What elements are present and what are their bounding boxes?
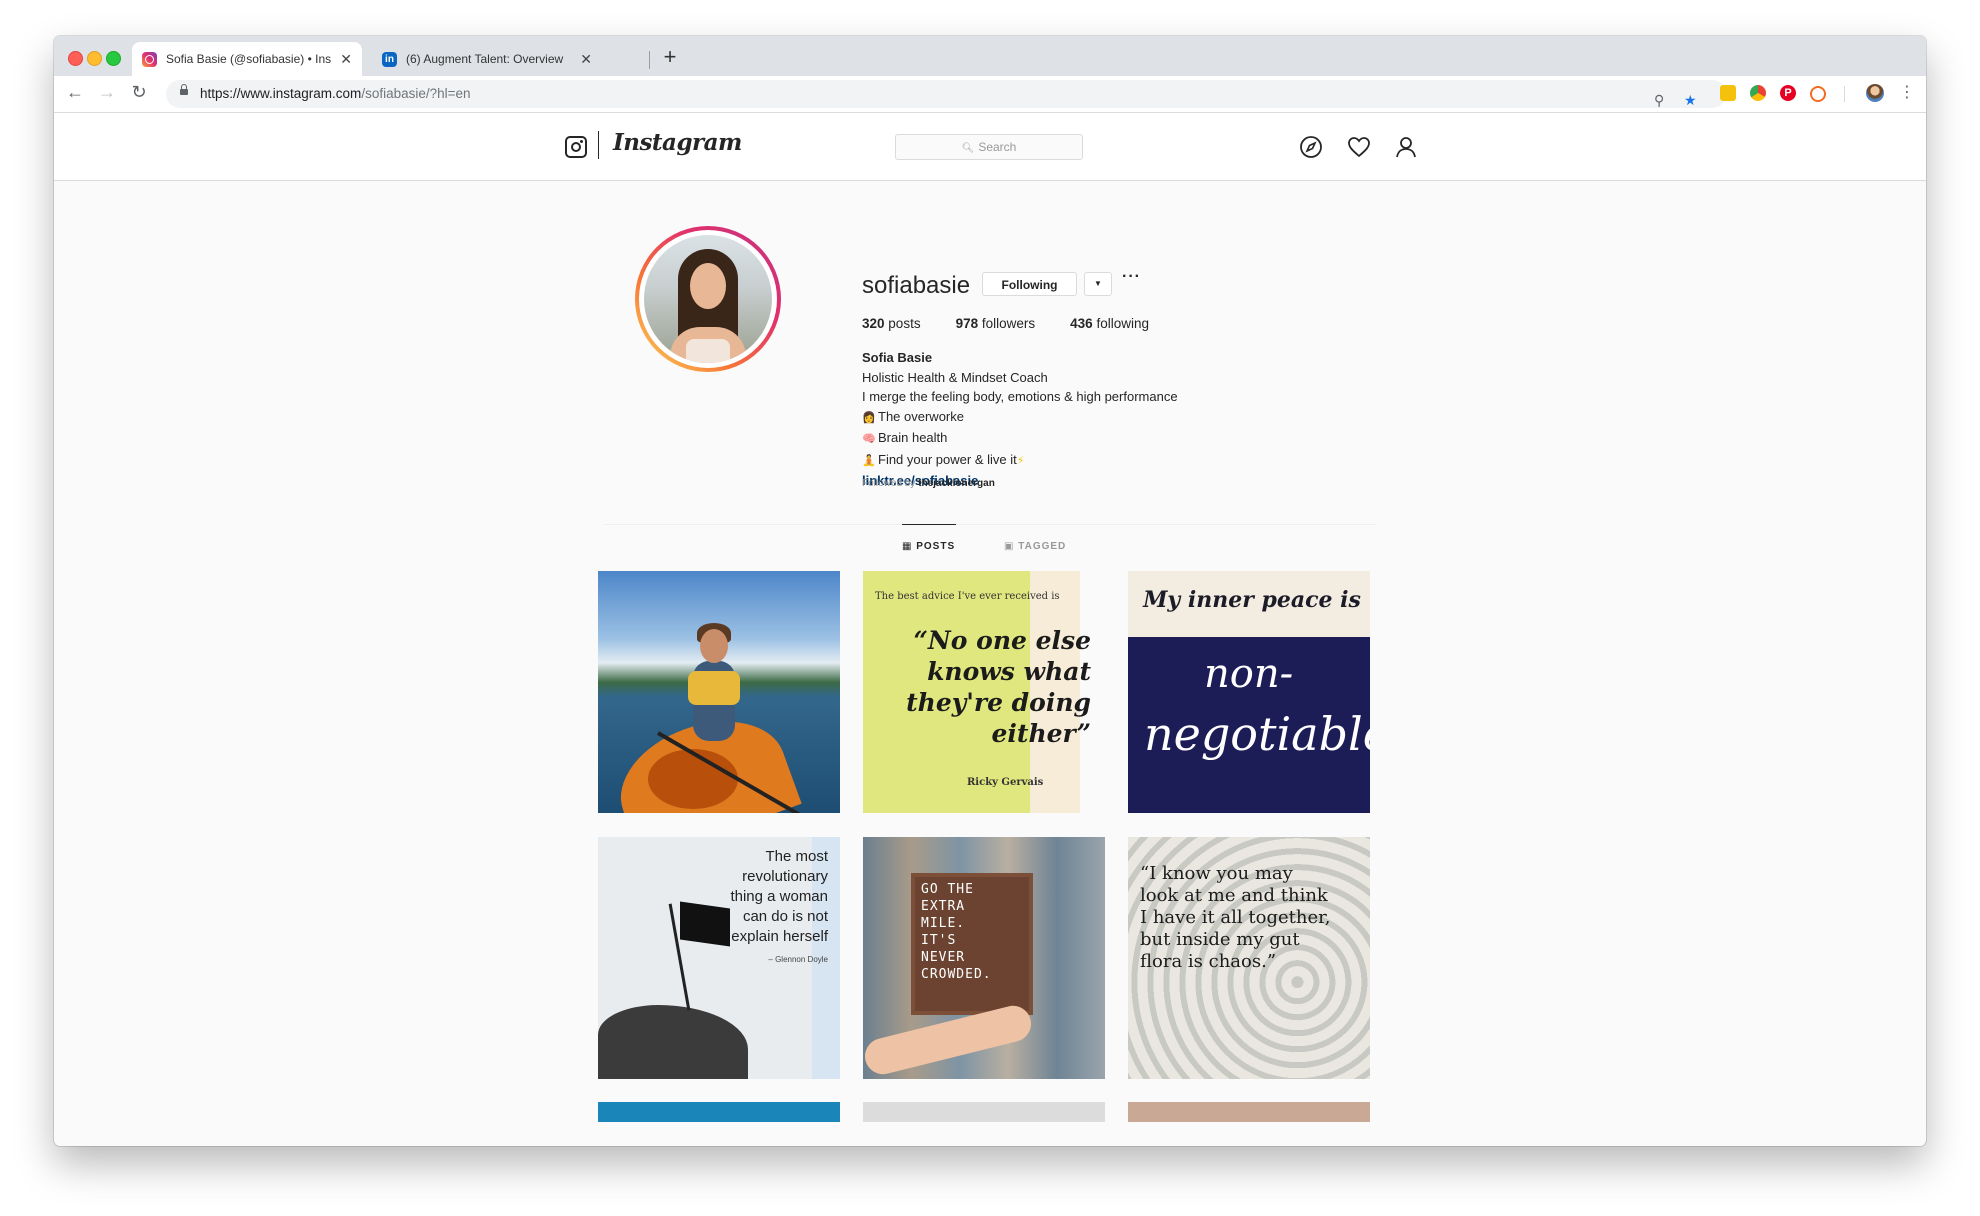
post-script-text: non- — [1204, 651, 1294, 697]
reload-icon[interactable]: ↻ — [128, 82, 150, 103]
profile-avatar[interactable] — [635, 226, 781, 372]
bio-line: Holistic Health & Mindset Coach — [862, 369, 1048, 385]
minimize-window-button[interactable] — [87, 51, 102, 66]
woman-emoji-icon: 👩 — [862, 411, 876, 424]
post-attribution: Ricky Gervais — [967, 777, 1044, 788]
brain-emoji-icon: 🧠 — [862, 433, 876, 445]
instagram-icon — [142, 51, 157, 67]
close-icon[interactable]: ✕ — [580, 51, 592, 68]
tab-title: (6) Augment Talent: Overview — [406, 52, 564, 66]
followed-by: Followed by thejacklonergan — [862, 478, 995, 489]
post-thumbnail[interactable] — [598, 1102, 840, 1122]
lock-icon — [180, 84, 188, 95]
profile-username: sofiabasie — [862, 272, 971, 299]
avatar-photo — [644, 235, 772, 363]
profile-bio: Sofia Basie Holistic Health & Mindset Co… — [862, 348, 1178, 491]
browser-window: Sofia Basie (@sofiabasie) • Ins ✕ in (6)… — [54, 36, 1926, 1146]
tab-title: Sofia Basie (@sofiabasie) • Ins — [166, 52, 332, 66]
close-window-button[interactable] — [68, 51, 83, 66]
following-count[interactable]: 436 following — [1070, 316, 1149, 331]
bio-line: 🧠 Brain health — [862, 428, 1178, 450]
following-button[interactable]: Following — [982, 272, 1077, 296]
posts-count: 320 posts — [862, 316, 921, 331]
active-tab-indicator — [902, 524, 956, 525]
post-thumbnail-floral-quote[interactable]: “I know you may look at me and think I h… — [1128, 837, 1370, 1079]
tab-posts[interactable]: ▦ POSTS — [902, 541, 955, 552]
search-icon: 🔍︎ — [961, 143, 975, 154]
search-input[interactable]: 🔍︎ Search — [895, 134, 1083, 160]
post-thumbnail-quote-gervais[interactable]: The best advice I've ever received is “N… — [863, 571, 1105, 813]
zoom-window-button[interactable] — [106, 51, 121, 66]
bookmark-star-icon[interactable]: ★ — [1684, 86, 1697, 114]
more-options-icon[interactable]: ··· — [1122, 268, 1141, 286]
post-headline: My inner peace is — [1143, 587, 1361, 613]
browser-toolbar: ← → ↻ https://www.instagram.com/sofiabas… — [54, 76, 1926, 113]
chrome-extension-icon[interactable] — [1750, 85, 1766, 101]
profile-avatar-icon[interactable] — [1866, 84, 1884, 102]
more-vertical-icon[interactable]: ⋮ — [1899, 82, 1915, 102]
letterboard-text: GO THE EXTRA MILE. IT'S NEVER CROWDED. — [921, 882, 992, 982]
toolbar-separator — [1844, 86, 1845, 102]
bio-line: 🧘 Find your power & live it⚡ — [862, 450, 1178, 472]
tab-strip: Sofia Basie (@sofiabasie) • Ins ✕ in (6)… — [54, 36, 1926, 76]
new-tab-button[interactable]: + — [658, 44, 682, 70]
post-thumbnail-flag-quote[interactable]: The most revolutionary thing a woman can… — [598, 837, 840, 1079]
address-bar[interactable]: https://www.instagram.com/sofiabasie/?hl… — [166, 80, 1726, 108]
tab-separator — [649, 51, 650, 69]
chevron-down-icon[interactable]: ▼ — [1084, 272, 1112, 296]
grid-icon: ▦ — [902, 541, 917, 552]
pinterest-icon[interactable]: P — [1780, 85, 1796, 101]
post-thumbnail[interactable] — [1128, 1102, 1370, 1122]
bio-line: I merge the feeling body, emotions & hig… — [862, 389, 1178, 404]
profile-divider — [604, 524, 1376, 525]
tag-icon: ▣ — [1004, 541, 1019, 552]
tab-tagged[interactable]: ▣ TAGGED — [1004, 541, 1066, 552]
close-icon[interactable]: ✕ — [340, 51, 352, 68]
lightning-emoji-icon: ⚡ — [1016, 454, 1025, 467]
heart-icon[interactable] — [1347, 135, 1371, 159]
url-text: https://www.instagram.com/sofiabasie/?hl… — [200, 86, 471, 101]
followed-by-user-link[interactable]: thejacklonergan — [918, 478, 995, 489]
instagram-logo[interactable]: Instagram — [613, 129, 742, 156]
back-arrow-icon[interactable]: ← — [64, 82, 86, 103]
profile-stats: 320 posts 978 followers 436 following — [862, 316, 1149, 331]
header-divider — [598, 131, 599, 159]
browser-tab-instagram[interactable]: Sofia Basie (@sofiabasie) • Ins ✕ — [132, 42, 362, 76]
yoga-emoji-icon: 🧘 — [862, 454, 876, 467]
profile-person-icon[interactable] — [1394, 135, 1418, 159]
full-name: Sofia Basie — [862, 350, 933, 365]
post-thumbnail-letterboard[interactable]: GO THE EXTRA MILE. IT'S NEVER CROWDED. — [863, 837, 1105, 1079]
zoom-icon[interactable]: ⚲ — [1654, 86, 1664, 114]
extension-icon[interactable] — [1720, 85, 1736, 101]
post-quote: “I know you may look at me and think I h… — [1140, 863, 1331, 972]
instagram-camera-icon[interactable] — [565, 136, 587, 158]
post-quote: The most revolutionary thing a woman can… — [730, 848, 828, 945]
post-thumbnail-inner-peace[interactable]: My inner peace is non- negotiable — [1128, 571, 1370, 813]
post-thumbnail[interactable] — [863, 1102, 1105, 1122]
post-quote: “No one else knows what they're doing ei… — [906, 626, 1091, 748]
browser-tab-linkedin[interactable]: in (6) Augment Talent: Overview ✕ — [372, 42, 602, 76]
instagram-header: Instagram 🔍︎ Search — [54, 113, 1926, 181]
post-script-text: negotiable — [1144, 707, 1370, 761]
post-text: The best advice I've ever received is — [875, 591, 1060, 602]
bio-line: 👩 The overworke — [862, 407, 1178, 429]
explore-compass-icon[interactable] — [1299, 135, 1323, 159]
linkedin-icon: in — [382, 51, 397, 67]
post-thumbnail-kayak[interactable] — [598, 571, 840, 813]
extension-icon[interactable] — [1810, 86, 1826, 102]
forward-arrow-icon[interactable]: → — [96, 82, 118, 103]
followers-count[interactable]: 978 followers — [956, 316, 1036, 331]
post-attribution: – Glennon Doyle — [768, 955, 828, 964]
